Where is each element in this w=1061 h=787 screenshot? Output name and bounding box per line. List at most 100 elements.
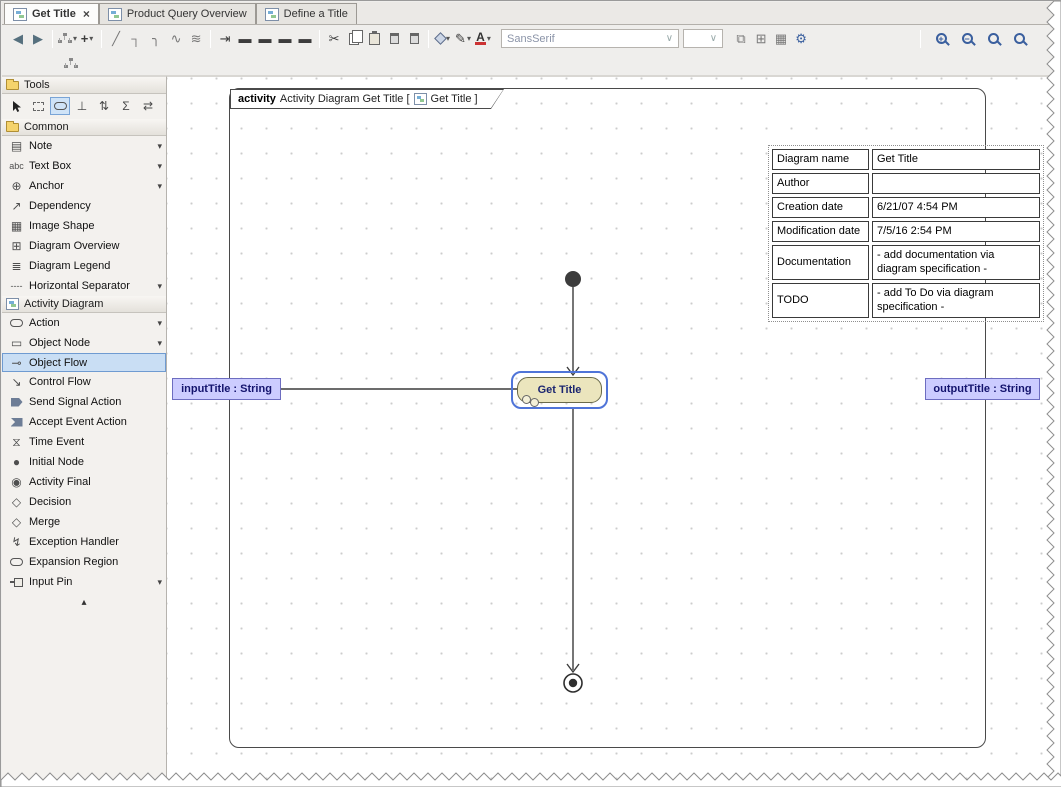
chevron-down-icon[interactable]: ▾ — [157, 577, 162, 588]
zoom-fit-button[interactable] — [1009, 29, 1029, 49]
palette-item-initial-node[interactable]: ● Initial Node — [2, 452, 166, 472]
palette-item-object-flow[interactable]: ⊸ Object Flow — [2, 353, 166, 372]
copy-button[interactable] — [344, 29, 364, 49]
toolbar-separator — [210, 30, 211, 48]
initial-node-icon: ● — [8, 455, 25, 469]
save-as-image-button[interactable]: ⧉ — [731, 29, 751, 49]
format-tool-button-2[interactable]: ▬ — [235, 29, 255, 49]
rectilinear-path-button[interactable]: ┐ — [126, 29, 146, 49]
font-size-select[interactable]: ∨ — [683, 29, 723, 48]
palette-item-object-node[interactable]: ▭ Object Node ▾ — [2, 333, 166, 353]
diagram-palette-sidebar: Tools ⊥ ⇅ Σ ⇄ Common ▤ Note ▾ abc Text B… — [2, 76, 167, 787]
tools-icon-row: ⊥ ⇅ Σ ⇄ — [2, 94, 166, 119]
activity-parameter-input[interactable]: inputTitle : String — [172, 378, 281, 400]
palette-item-image-shape[interactable]: ▦ Image Shape — [2, 216, 166, 236]
palette-item-send-signal-action[interactable]: Send Signal Action — [2, 392, 166, 412]
palette-item-input-pin[interactable]: Input Pin ▾ — [2, 572, 166, 592]
palette-collapse-button[interactable]: ▴ — [2, 592, 166, 613]
format-tool-button-1[interactable]: ⇥ — [215, 29, 235, 49]
close-icon[interactable]: × — [83, 7, 90, 21]
add-element-button[interactable]: +▾ — [77, 29, 97, 49]
fill-color-button[interactable]: ▾ — [433, 29, 453, 49]
swap-icon: ⇄ — [143, 99, 153, 113]
palette-section-common[interactable]: Common — [2, 119, 166, 136]
rectilinear-line-icon: ┐ — [131, 31, 140, 46]
palette-item-control-flow[interactable]: ↘ Control Flow — [2, 372, 166, 392]
zoom-reset-button[interactable] — [983, 29, 1003, 49]
diagram-canvas[interactable]: activity Activity Diagram Get Title [ Ge… — [167, 76, 1061, 787]
palette-section-tools[interactable]: Tools — [2, 77, 166, 94]
distribute-tool-button[interactable]: ⇅ — [94, 97, 114, 115]
format-tool-button-5[interactable]: ▬ — [295, 29, 315, 49]
edit-table-button[interactable]: ▦ — [771, 29, 791, 49]
structure-tree-button[interactable] — [60, 54, 80, 74]
zoom-out-button[interactable]: − — [957, 29, 977, 49]
palette-item-decision[interactable]: ◇ Decision — [2, 492, 166, 512]
diagram-info-table[interactable]: Diagram name Get Title Author Creation d… — [768, 145, 1044, 322]
flow-draw-tool-button[interactable] — [50, 97, 70, 115]
rounded-path-button[interactable]: ╮ — [146, 29, 166, 49]
palette-item-expansion-region[interactable]: Expansion Region — [2, 552, 166, 572]
delete-button[interactable] — [384, 29, 404, 49]
chevron-down-icon[interactable]: ▾ — [157, 181, 162, 192]
select-tool-button[interactable] — [6, 97, 26, 115]
palette-item-horizontal-separator[interactable]: ---- Horizontal Separator ▾ — [2, 276, 166, 296]
paste-button[interactable] — [364, 29, 384, 49]
format-tool-button-3[interactable]: ▬ — [255, 29, 275, 49]
activity-parameter-output[interactable]: outputTitle : String — [925, 378, 1040, 400]
chevron-down-icon[interactable]: ▾ — [157, 281, 162, 292]
palette-item-dependency[interactable]: ↗ Dependency — [2, 196, 166, 216]
chevron-down-icon[interactable]: ▾ — [157, 318, 162, 329]
swap-tool-button[interactable]: ⇄ — [138, 97, 158, 115]
options-button[interactable]: ⚙ — [791, 29, 811, 49]
activity-diagram-icon — [108, 8, 122, 21]
palette-item-label: Decision — [29, 496, 71, 508]
chevron-down-icon[interactable]: ▾ — [157, 161, 162, 172]
oblique-path-button[interactable]: ╱ — [106, 29, 126, 49]
palette-item-diagram-overview[interactable]: ⊞ Diagram Overview — [2, 236, 166, 256]
frame-header[interactable]: activity Activity Diagram Get Title [ Ge… — [231, 90, 503, 108]
spline-path-button[interactable]: ≋ — [186, 29, 206, 49]
palette-item-exception-handler[interactable]: ↯ Exception Handler — [2, 532, 166, 552]
bezier-path-button[interactable]: ∿ — [166, 29, 186, 49]
format-tool-button-4[interactable]: ▬ — [275, 29, 295, 49]
oblique-line-icon: ╱ — [112, 31, 120, 47]
palette-item-diagram-legend[interactable]: ≣ Diagram Legend — [2, 256, 166, 276]
palette-item-action[interactable]: Action ▾ — [2, 313, 166, 333]
info-value-cell: - add To Do via diagram specification - — [872, 283, 1040, 318]
palette-item-anchor[interactable]: ⊕ Anchor ▾ — [2, 176, 166, 196]
activity-frame[interactable]: activity Activity Diagram Get Title [ Ge… — [229, 88, 986, 748]
folder-icon — [6, 81, 19, 90]
font-family-select[interactable]: SansSerif ∨ — [501, 29, 679, 48]
sort-tool-button[interactable]: Σ — [116, 97, 136, 115]
accept-event-icon — [8, 418, 25, 427]
back-button[interactable]: ◀ — [8, 29, 28, 49]
section-title: Common — [24, 121, 69, 133]
zoom-in-button[interactable]: + — [931, 29, 951, 49]
legend-icon: ≣ — [8, 259, 25, 273]
palette-item-activity-final[interactable]: ◉ Activity Final — [2, 472, 166, 492]
insert-table-button[interactable]: ⊞ — [751, 29, 771, 49]
tab-get-title[interactable]: Get Title × — [4, 3, 99, 24]
cut-button[interactable]: ✂ — [324, 29, 344, 49]
forward-button[interactable]: ▶ — [28, 29, 48, 49]
palette-item-accept-event-action[interactable]: Accept Event Action — [2, 412, 166, 432]
chevron-down-icon[interactable]: ▾ — [157, 338, 162, 349]
palette-item-note[interactable]: ▤ Note ▾ — [2, 136, 166, 156]
tab-product-query-overview[interactable]: Product Query Overview — [99, 3, 256, 24]
align-tool-button[interactable]: ⊥ — [72, 97, 92, 115]
note-icon: ▤ — [8, 139, 25, 153]
chevron-down-icon[interactable]: ▾ — [157, 141, 162, 152]
palette-item-time-event[interactable]: ⧖ Time Event — [2, 432, 166, 452]
containment-tree-button[interactable]: ▾ — [57, 29, 77, 49]
palette-item-text-box[interactable]: abc Text Box ▾ — [2, 156, 166, 176]
control-flow-icon: ↘ — [8, 375, 25, 389]
delete-from-model-button[interactable] — [404, 29, 424, 49]
font-color-button[interactable]: A▾ — [473, 29, 493, 49]
palette-item-merge[interactable]: ◇ Merge — [2, 512, 166, 532]
font-color-icon: A — [475, 32, 486, 45]
line-color-button[interactable]: ✎▾ — [453, 29, 473, 49]
tab-define-a-title[interactable]: Define a Title — [256, 3, 357, 24]
palette-section-activity-diagram[interactable]: Activity Diagram — [2, 296, 166, 313]
marquee-tool-button[interactable] — [28, 97, 48, 115]
